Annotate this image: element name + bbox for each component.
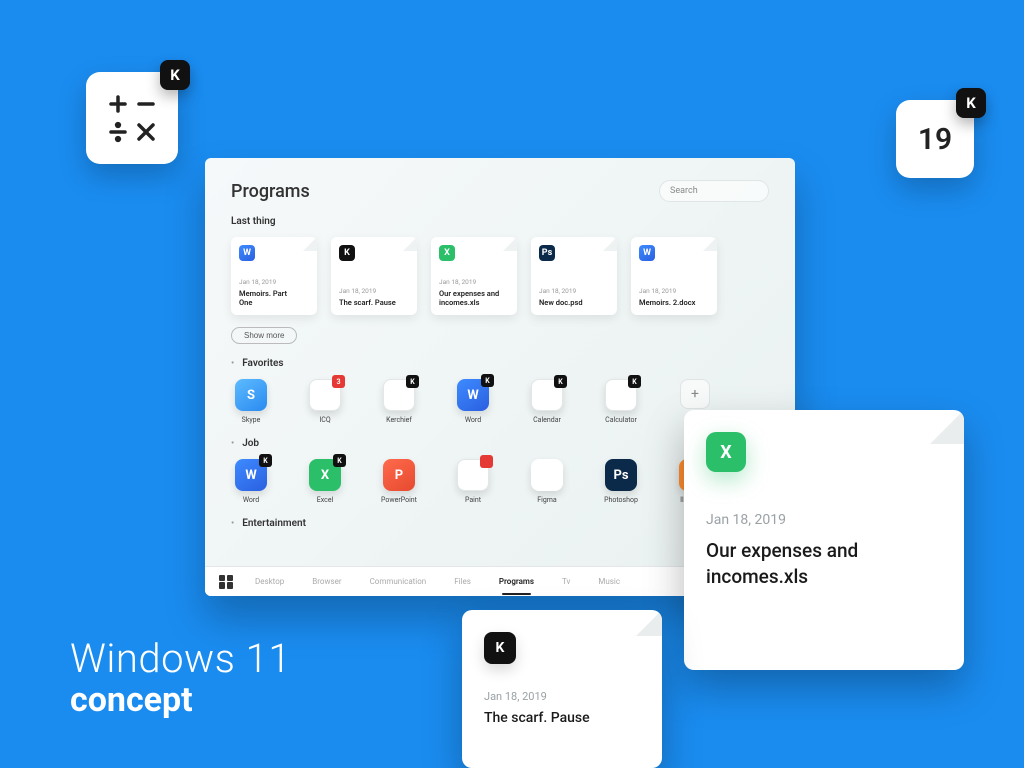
calculator-icon (104, 90, 160, 146)
recent-doc-card[interactable]: K Jan 18, 2019 The scarf. Pause (331, 237, 417, 315)
floating-doc-card-scarf[interactable]: K Jan 18, 2019 The scarf. Pause (462, 610, 662, 768)
branding-line2: concept (70, 680, 291, 720)
search-input[interactable]: Search (659, 180, 769, 202)
app-label: PowerPoint (381, 496, 417, 504)
app-word[interactable]: WK Word (453, 379, 493, 424)
concept-branding: Windows 11 concept (70, 635, 291, 720)
section-recent-label: Last thing (231, 216, 769, 227)
doc-date: Jan 18, 2019 (706, 512, 942, 528)
doc-name: Our expenses and incomes.xls (439, 289, 509, 307)
app-skype[interactable]: S Skype (231, 379, 271, 424)
notification-badge: 3 (332, 375, 345, 388)
taskbar-tab-files[interactable]: Files (454, 577, 471, 586)
app-label: Word (465, 416, 481, 424)
show-more-button[interactable]: Show more (231, 327, 297, 344)
app-icon: ±K (605, 379, 637, 411)
search-placeholder: Search (670, 186, 698, 196)
app-kerchief[interactable]: K Kerchief (379, 379, 419, 424)
doc-date: Jan 18, 2019 (339, 287, 409, 295)
doc-date: Jan 18, 2019 (539, 287, 609, 295)
app-paint[interactable]: ◐ Paint (453, 459, 493, 504)
plus-icon: + (680, 379, 710, 409)
app-icon: S (235, 379, 267, 411)
start-icon[interactable] (219, 575, 233, 589)
recent-doc-card[interactable]: X Jan 18, 2019 Our expenses and incomes.… (431, 237, 517, 315)
k-badge-icon: K (160, 60, 190, 90)
recent-doc-card[interactable]: W Jan 18, 2019 Memoirs. Part One (231, 237, 317, 315)
doc-name: New doc.psd (539, 298, 609, 307)
app-figma[interactable]: F Figma (527, 459, 567, 504)
excel-icon: X (706, 432, 746, 472)
doc-date: Jan 18, 2019 (439, 278, 509, 286)
app-icq[interactable]: ✿3 ICQ (305, 379, 345, 424)
app-icon: 19K (531, 379, 563, 411)
app-label: ICQ (319, 416, 330, 424)
app-label: Photoshop (604, 496, 638, 504)
doc-name: Memoirs. 2.docx (639, 298, 709, 307)
doc-name: Memoirs. Part One (239, 289, 309, 307)
app-label: Paint (465, 496, 481, 504)
recent-doc-card[interactable]: Ps Jan 18, 2019 New doc.psd (531, 237, 617, 315)
doc-date: Jan 18, 2019 (484, 690, 640, 703)
section-favorites-label: Favorites (231, 358, 769, 369)
doc-type-icon: X (439, 245, 455, 261)
taskbar-tab-programs[interactable]: Programs (499, 577, 534, 586)
taskbar-tab-tv[interactable]: Tv (562, 577, 570, 586)
floating-doc-card-xls[interactable]: X Jan 18, 2019 Our expenses and incomes.… (684, 410, 964, 670)
app-icon: WK (235, 459, 267, 491)
k-badge-icon: K (956, 88, 986, 118)
app-label: Word (243, 496, 259, 504)
app-icon: ✿3 (309, 379, 341, 411)
doc-type-icon: K (339, 245, 355, 261)
app-label: Kerchief (386, 416, 412, 424)
taskbar-tab-browser[interactable]: Browser (312, 577, 341, 586)
app-word[interactable]: WK Word (231, 459, 271, 504)
app-label: Figma (537, 496, 556, 504)
k-badge-icon: K (554, 375, 567, 388)
k-badge-icon: K (406, 375, 419, 388)
app-powerpoint[interactable]: P PowerPoint (379, 459, 419, 504)
app-label: Skype (242, 416, 261, 424)
app-label: Excel (317, 496, 333, 504)
app-calculator[interactable]: ±K Calculator (601, 379, 641, 424)
k-badge-icon: K (628, 375, 641, 388)
app-photoshop[interactable]: Ps Photoshop (601, 459, 641, 504)
k-badge-icon: K (481, 374, 494, 387)
doc-date: Jan 18, 2019 (239, 278, 309, 286)
taskbar-tab-music[interactable]: Music (598, 577, 620, 586)
calendar-day-number: 19 (918, 122, 952, 157)
app-icon: XK (309, 459, 341, 491)
app-excel[interactable]: XK Excel (305, 459, 345, 504)
k-badge-icon: K (333, 454, 346, 467)
app-icon: K (383, 379, 415, 411)
app-icon: F (531, 459, 563, 491)
notification-badge (480, 455, 493, 468)
doc-name: The scarf. Pause (484, 709, 640, 728)
doc-type-icon: W (639, 245, 655, 261)
taskbar-tab-communication[interactable]: Communication (370, 577, 427, 586)
app-icon: WK (457, 379, 489, 411)
floating-calendar-tile: K 19 (896, 100, 974, 178)
floating-calculator-tile: K (86, 72, 178, 164)
branding-line1: Windows 11 (70, 635, 291, 682)
app-icon: ◐ (457, 459, 489, 491)
doc-type-icon: Ps (539, 245, 555, 261)
k-badge-icon: K (259, 454, 272, 467)
doc-name: Our expenses and incomes.xls (706, 538, 942, 589)
app-icon: Ps (605, 459, 637, 491)
add-app-button[interactable]: + (675, 379, 715, 409)
taskbar-tab-desktop[interactable]: Desktop (255, 577, 284, 586)
app-label: Calculator (605, 416, 637, 424)
doc-type-icon: W (239, 245, 255, 261)
doc-name: The scarf. Pause (339, 298, 409, 307)
doc-date: Jan 18, 2019 (639, 287, 709, 295)
app-label: Calendar (533, 416, 561, 424)
recent-doc-card[interactable]: W Jan 18, 2019 Memoirs. 2.docx (631, 237, 717, 315)
page-title: Programs (231, 181, 310, 202)
app-icon: P (383, 459, 415, 491)
kerchief-icon: K (484, 632, 516, 664)
app-calendar[interactable]: 19K Calendar (527, 379, 567, 424)
